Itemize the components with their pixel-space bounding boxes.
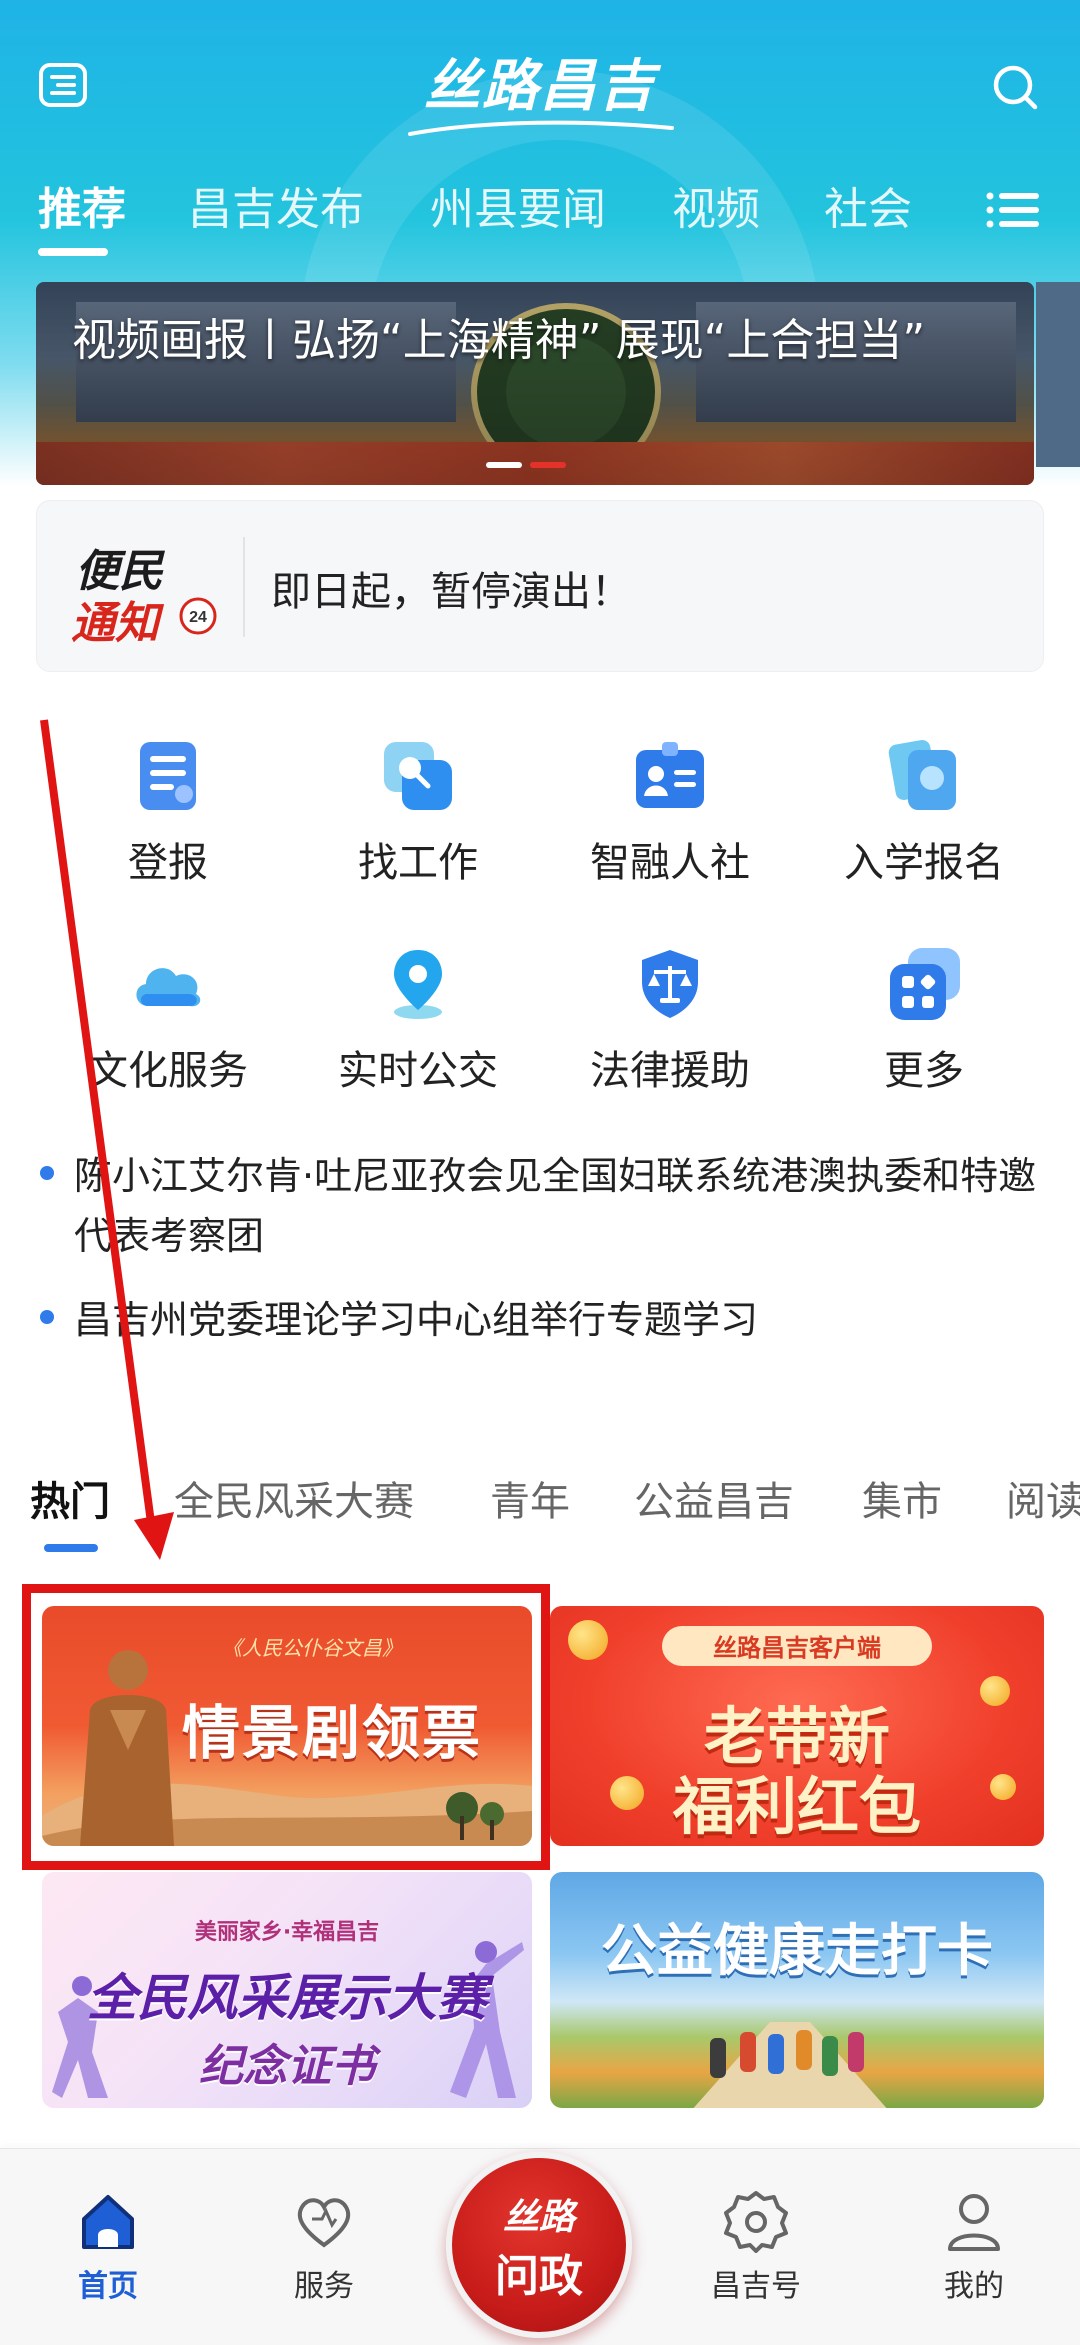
category-public-welfare[interactable]: 公益昌吉	[634, 1462, 794, 1542]
logo-text: 丝路昌吉	[424, 53, 656, 119]
promo-title-line1: 全民风采展示大赛	[87, 1968, 487, 2027]
bullet-dot	[40, 1310, 54, 1324]
active-category-indicator	[44, 1544, 98, 1552]
banner-carousel[interactable]: 视频画报丨弘扬“上海精神” 展现“上合担当”	[36, 282, 1034, 485]
service-label: 登报	[128, 840, 208, 886]
notice-text: 即日起，暂停演出！	[271, 569, 631, 615]
bullet-dot	[40, 1166, 54, 1180]
location-pin-icon	[380, 946, 456, 1022]
tab-county-news[interactable]: 州县要闻	[430, 170, 606, 250]
enrollment-icon	[886, 738, 962, 814]
highlight-box	[22, 1584, 550, 1870]
service-label: 文化服务	[88, 1048, 248, 1094]
promo-subtitle: 美丽家乡·幸福昌吉	[194, 1920, 380, 1945]
nav-label: 首页	[78, 2269, 138, 2304]
category-market[interactable]: 集市	[862, 1462, 942, 1542]
category-reading[interactable]: 阅读	[1006, 1462, 1080, 1542]
service-label: 智融人社	[590, 840, 750, 886]
service-label: 入学报名	[844, 840, 1004, 886]
promo-referral-bonus[interactable]: 丝路昌吉客户端 老带新 福利红包	[550, 1606, 1044, 1846]
heart-icon	[292, 2189, 356, 2253]
tab-recommended[interactable]: 推荐	[38, 170, 126, 250]
service-label: 实时公交	[338, 1048, 498, 1094]
banner-next-preview	[1036, 282, 1080, 467]
promo-title: 公益健康走打卡	[601, 1918, 993, 1984]
nav-home[interactable]: 首页	[38, 2189, 178, 2309]
id-card-icon	[632, 738, 708, 814]
service-enrollment[interactable]: 入学报名	[814, 738, 1034, 918]
more-apps-icon	[886, 946, 962, 1022]
center-inquiry-button[interactable]: 丝路 问政	[446, 2152, 632, 2338]
tab-video[interactable]: 视频	[672, 170, 760, 250]
svg-text:24: 24	[189, 609, 207, 626]
divider	[243, 537, 245, 637]
promo-style-contest[interactable]: 美丽家乡·幸福昌吉 全民风采展示大赛 纪念证书	[42, 1872, 532, 2108]
news-headline: 昌吉州党委理论学习中心组举行专题学习	[74, 1298, 759, 1342]
news-item[interactable]: 昌吉州党委理论学习中心组举行专题学习	[36, 1290, 1036, 1360]
service-more[interactable]: 更多	[814, 946, 1034, 1126]
center-button-line2: 问政	[495, 2251, 583, 2302]
news-item[interactable]: 陈小江艾尔肯·吐尼亚孜会见全国妇联系统港澳执委和特邀代表考察团	[36, 1146, 1036, 1276]
menu-icon[interactable]	[38, 62, 88, 108]
convenience-notice[interactable]: 便民 通知 24 即日起，暂停演出！	[36, 500, 1044, 672]
job-search-icon	[380, 738, 456, 814]
tab-changji-release[interactable]: 昌吉发布	[188, 170, 364, 250]
cloud-icon	[130, 946, 206, 1022]
nav-label: 昌吉号	[711, 2269, 801, 2304]
nav-services[interactable]: 服务	[254, 2189, 394, 2309]
home-icon	[76, 2189, 140, 2253]
category-tabs: 热门 全民风采大赛 青年 公益昌吉 集市 阅读	[0, 1462, 1080, 1542]
notice-badge: 便民 通知 24	[65, 535, 217, 649]
service-label: 更多	[884, 1048, 964, 1094]
news-headline: 陈小江艾尔肯·吐尼亚孜会见全国妇联系统港澳执委和特邀代表考察团	[74, 1154, 1037, 1258]
promo-subtitle: 丝路昌吉客户端	[713, 1634, 881, 1662]
tab-society[interactable]: 社会	[824, 170, 912, 250]
service-culture[interactable]: 文化服务	[58, 946, 278, 1126]
promo-title-line2: 福利红包	[672, 1770, 921, 1843]
channel-tabs: 推荐 昌吉发布 州县要闻 视频 社会	[0, 170, 1080, 260]
search-icon[interactable]	[990, 62, 1040, 112]
service-label: 法律援助	[590, 1048, 750, 1094]
category-youth[interactable]: 青年	[490, 1462, 570, 1542]
service-social-security[interactable]: 智融人社	[560, 738, 780, 918]
nav-label: 服务	[294, 2269, 354, 2304]
scales-shield-icon	[632, 946, 708, 1022]
promo-title-line2: 纪念证书	[199, 2041, 375, 2092]
service-newspaper[interactable]: 登报	[58, 738, 278, 918]
list-icon[interactable]	[985, 190, 1041, 230]
clock-24-icon: 24	[177, 595, 219, 637]
center-button-line1: 丝路	[502, 2196, 575, 2238]
badge-line2: 通知	[71, 598, 159, 649]
banner-title: 视频画报丨弘扬“上海精神” 展现“上合担当”	[72, 315, 926, 366]
category-hot[interactable]: 热门	[30, 1462, 110, 1542]
gear-icon	[724, 2189, 788, 2253]
nav-profile[interactable]: 我的	[904, 2189, 1044, 2309]
carousel-indicator	[486, 462, 606, 470]
profile-icon	[942, 2189, 1006, 2253]
app-logo: 丝路昌吉	[400, 50, 680, 140]
service-bus[interactable]: 实时公交	[308, 946, 528, 1126]
active-tab-indicator	[38, 248, 108, 256]
nav-label: 我的	[944, 2269, 1004, 2304]
service-find-job[interactable]: 找工作	[308, 738, 528, 918]
promo-health-walk[interactable]: 公益健康走打卡	[550, 1872, 1044, 2108]
service-legal-aid[interactable]: 法律援助	[560, 946, 780, 1126]
nav-changji-account[interactable]: 昌吉号	[686, 2189, 826, 2309]
service-label: 找工作	[358, 840, 478, 886]
newspaper-icon	[130, 738, 206, 814]
category-style-contest[interactable]: 全民风采大赛	[174, 1462, 414, 1542]
top-bar: 丝路昌吉	[0, 40, 1080, 140]
